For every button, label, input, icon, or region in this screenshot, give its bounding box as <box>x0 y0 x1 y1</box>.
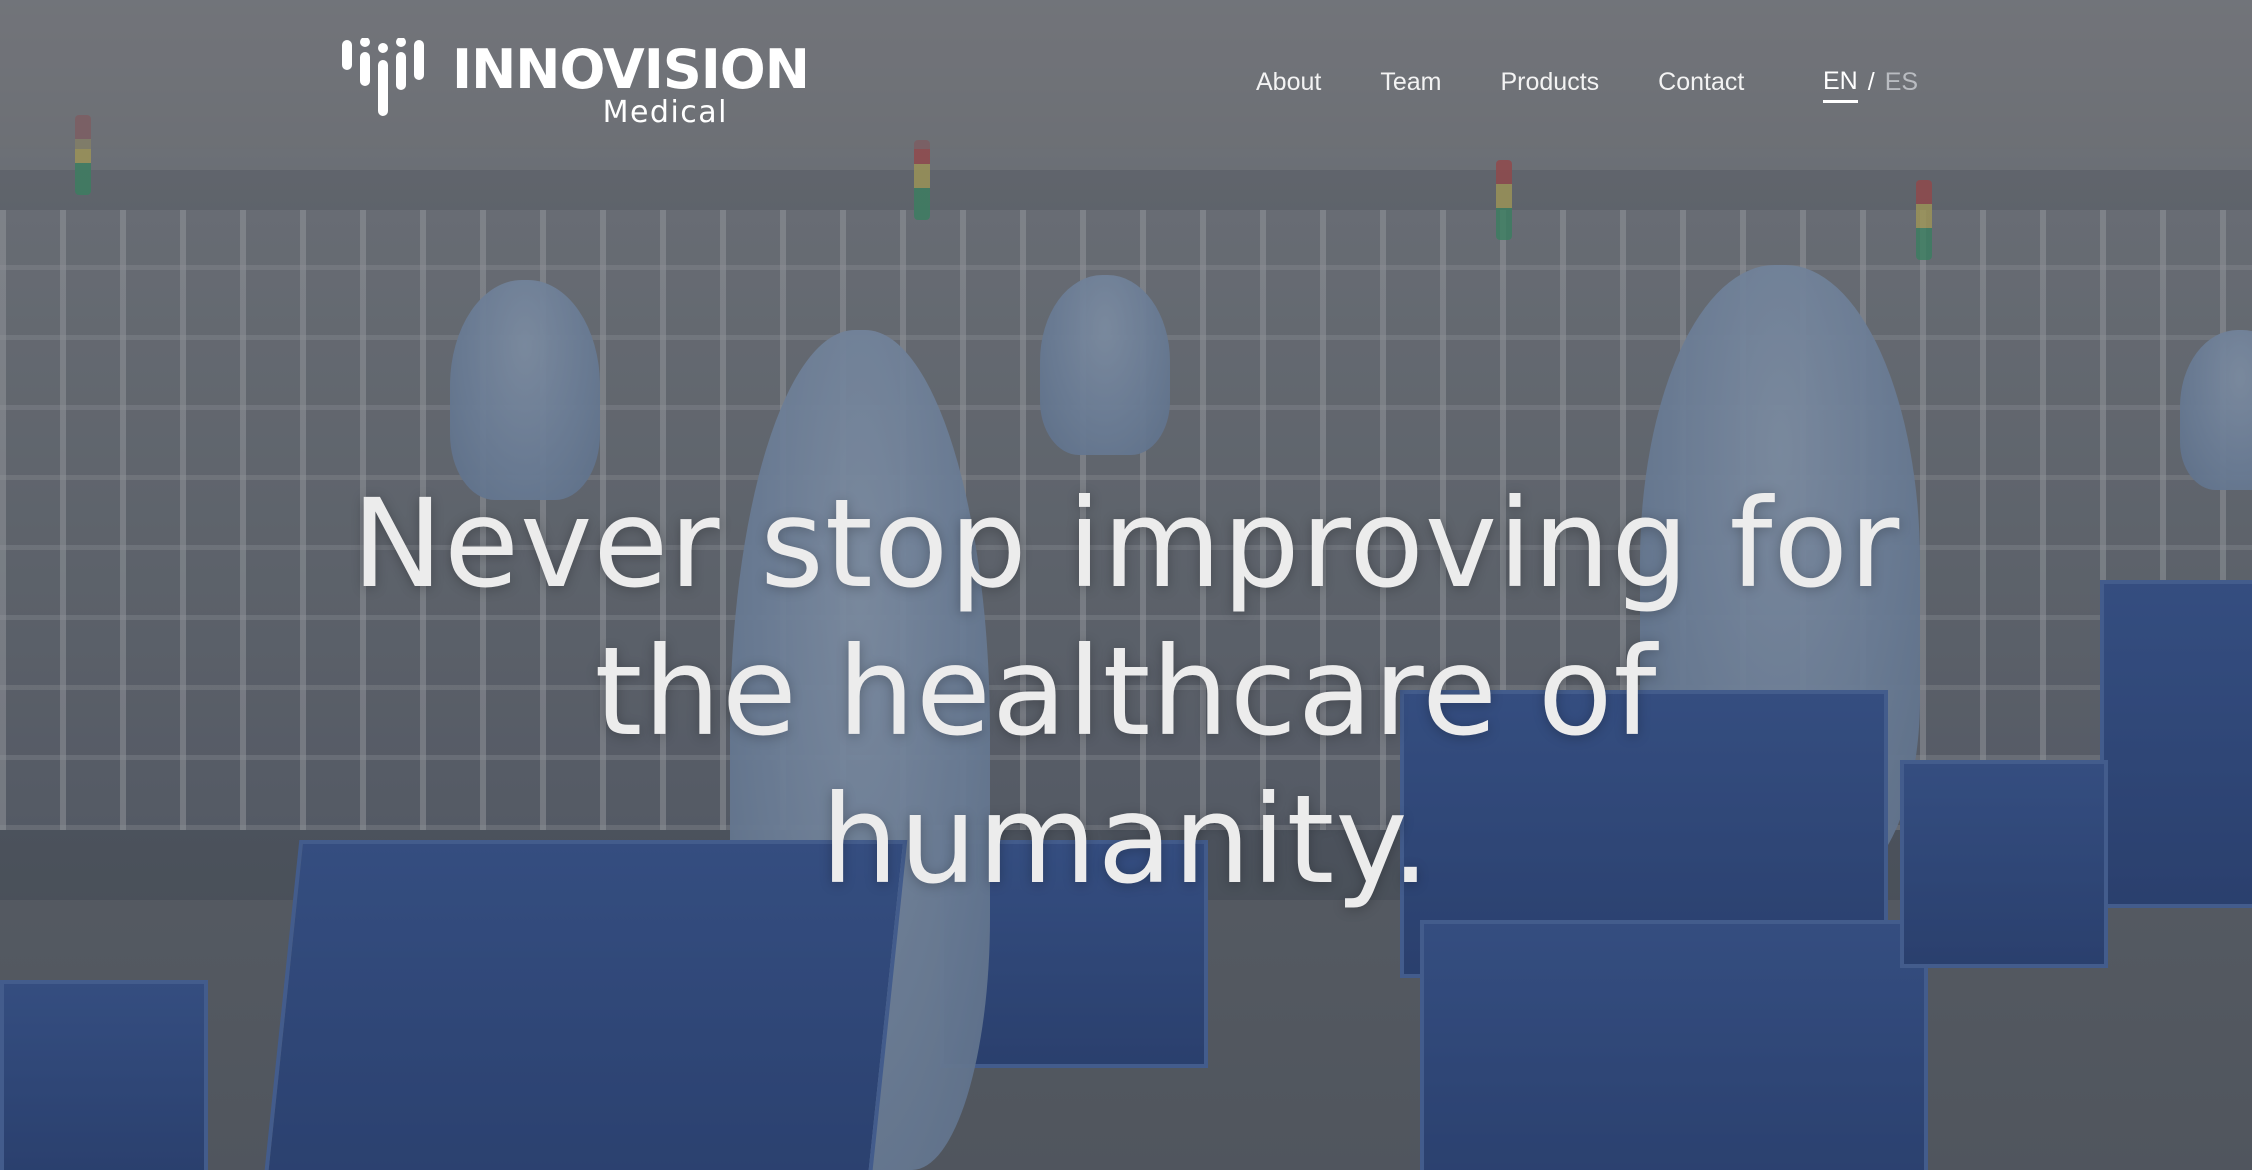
nav-item-team[interactable]: Team <box>1380 68 1441 97</box>
brand-subtitle: Medical <box>602 95 728 130</box>
brand-name: INNOVISION <box>452 38 810 101</box>
language-separator: / <box>1867 67 1875 96</box>
language-es-link[interactable]: ES <box>1885 68 1918 97</box>
main-nav: About Team Products Contact <box>1256 62 1803 102</box>
logo-link[interactable]: INNOVISION Medical <box>342 34 810 134</box>
nav-item-about[interactable]: About <box>1256 68 1321 97</box>
language-switcher: EN / ES <box>1823 62 1918 103</box>
language-en-link[interactable]: EN <box>1823 67 1858 103</box>
site-header: INNOVISION Medical About Team Products C… <box>0 0 2252 149</box>
hero-headline: Never stop improving for the healthcare … <box>351 473 1901 911</box>
nav-item-products[interactable]: Products <box>1500 68 1599 97</box>
nav-item-contact[interactable]: Contact <box>1658 68 1744 97</box>
bars-mark-icon <box>342 38 424 116</box>
